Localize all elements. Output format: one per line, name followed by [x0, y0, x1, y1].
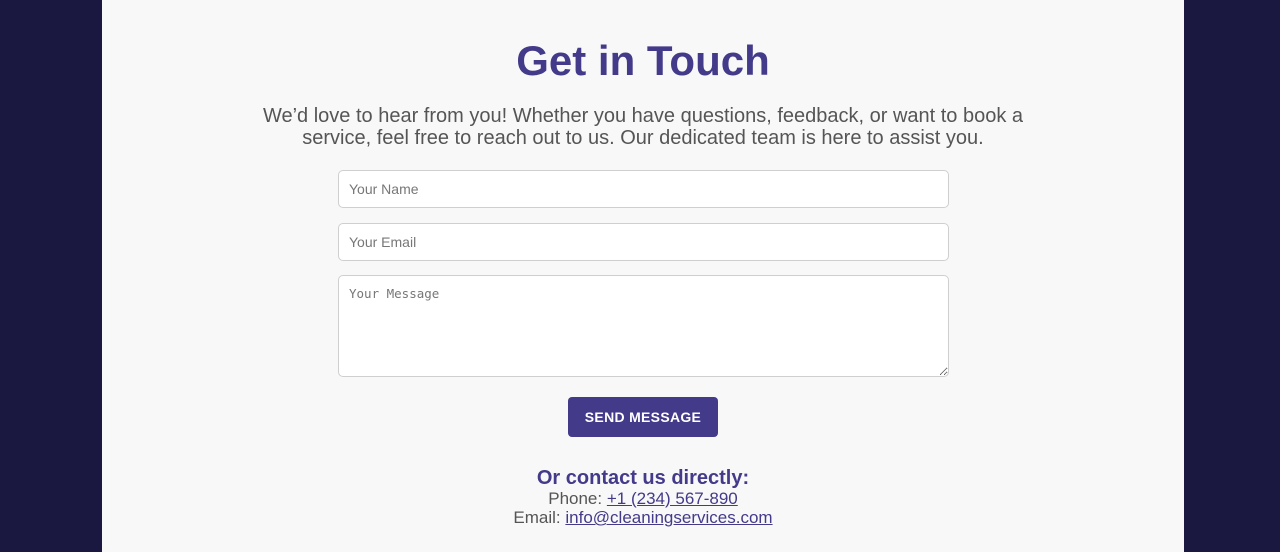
message-textarea[interactable]	[338, 275, 949, 377]
phone-link[interactable]: +1 (234) 567-890	[607, 489, 738, 508]
email-input[interactable]	[338, 223, 949, 261]
phone-line: Phone: +1 (234) 567-890	[102, 489, 1184, 509]
phone-label: Phone:	[548, 489, 603, 508]
name-input[interactable]	[338, 170, 949, 208]
email-line: Email: info@cleaningservices.com	[102, 508, 1184, 528]
intro-text: We’d love to hear from you! Whether you …	[262, 105, 1024, 149]
send-message-button[interactable]: Send Message	[568, 397, 718, 437]
page-title: Get in Touch	[516, 37, 770, 84]
email-label: Email:	[513, 508, 561, 527]
direct-contact-heading: Or contact us directly:	[536, 467, 750, 489]
email-link[interactable]: info@cleaningservices.com	[565, 508, 772, 527]
contact-section: Get in Touch We’d love to hear from you!…	[102, 0, 1184, 552]
